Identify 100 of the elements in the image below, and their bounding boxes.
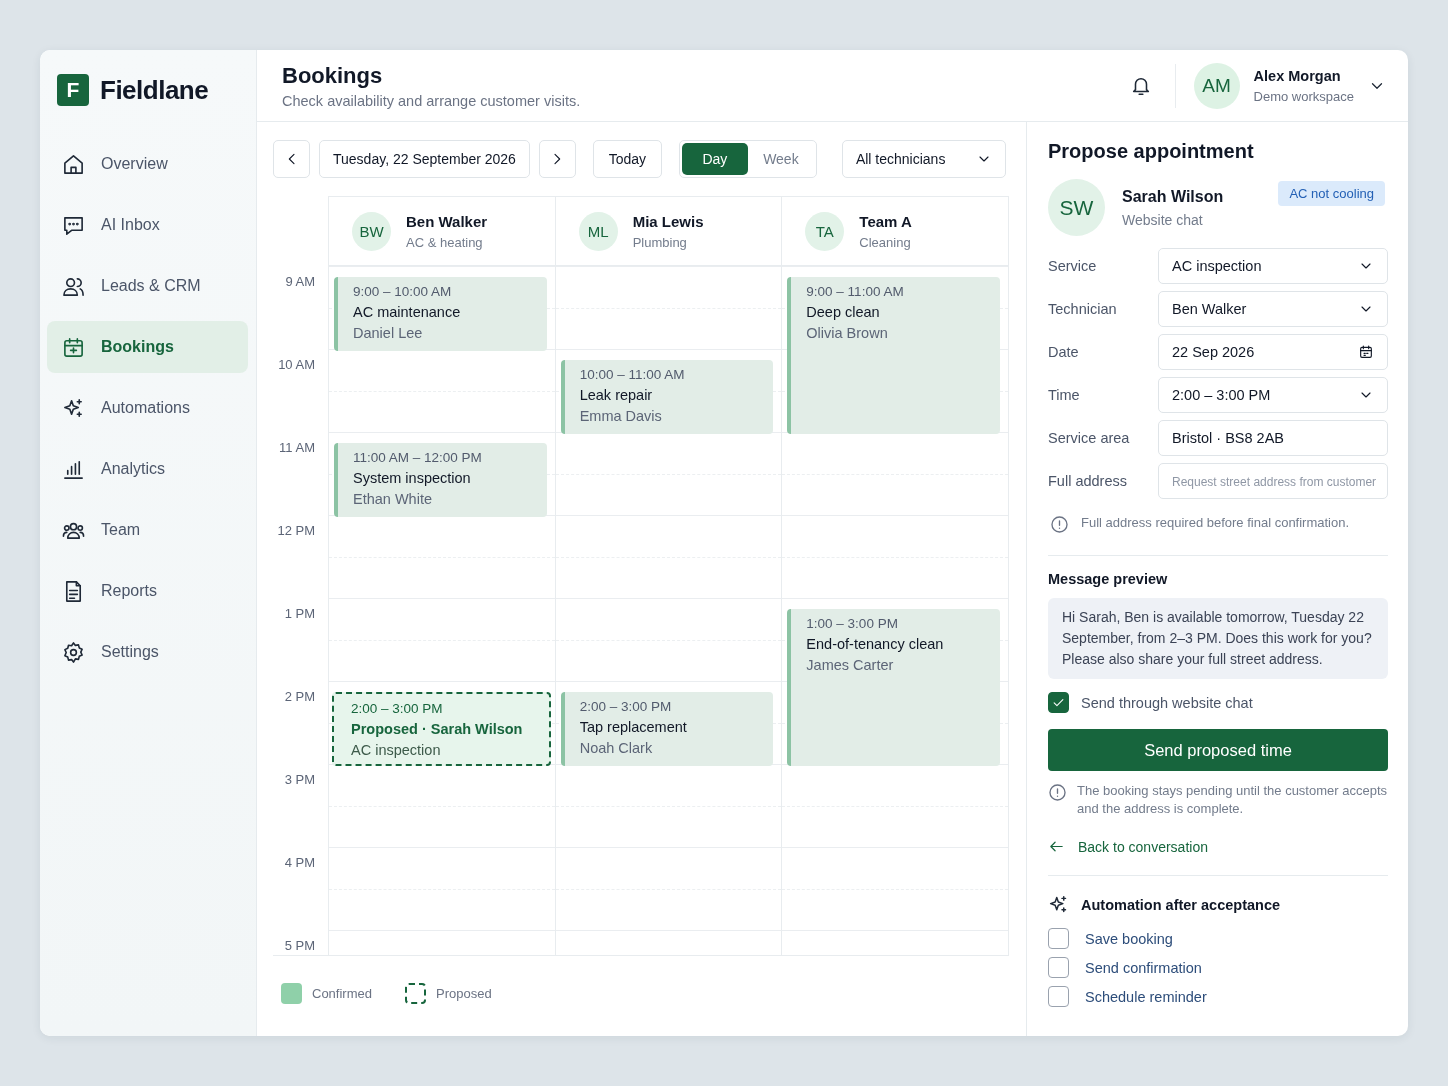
checkbox[interactable] xyxy=(1048,957,1069,978)
nav-item[interactable]: AI Inbox xyxy=(47,199,248,251)
technician-avatar: TA xyxy=(805,211,845,251)
booking-time: 9:00 – 10:00 AM xyxy=(353,284,453,299)
booking-detail: AC inspection xyxy=(351,742,442,758)
field-label: Service xyxy=(1048,258,1098,274)
today-button[interactable]: Today xyxy=(592,140,662,178)
field-label: Full address xyxy=(1048,473,1128,489)
hour-label: 12 PM xyxy=(277,523,315,538)
field-label: Service area xyxy=(1048,430,1131,446)
nav-item[interactable]: Bookings xyxy=(47,321,248,373)
page-subtitle: Check availability and arrange customer visits. xyxy=(282,93,582,110)
technician-role: Plumbing xyxy=(632,234,688,250)
nav-item[interactable]: Team xyxy=(47,504,248,556)
checkbox-label: Send through website chat xyxy=(1081,694,1253,711)
hour-label: 5 PM xyxy=(284,938,315,953)
hour-label: 4 PM xyxy=(284,855,315,870)
technician-name: Ben Walker xyxy=(406,212,488,230)
booking-card[interactable]: 2:00 – 3:00 PM Tap replacement Noah Clark xyxy=(560,692,774,766)
field-label: Technician xyxy=(1048,301,1118,317)
technician-filter-dropdown[interactable]: All technicians xyxy=(841,140,1006,178)
booking-card[interactable]: 9:00 – 11:00 AM Deep clean Olivia Brown xyxy=(787,277,1000,434)
info-icon xyxy=(1048,783,1067,802)
booking-card[interactable]: 9:00 – 10:00 AM AC maintenance Daniel Lee xyxy=(334,277,547,351)
message-preview: Hi Sarah, Ben is available tomorrow, Tuesday 22 September, from 2–3 PM. Does this work for you? Please also share your full street address. xyxy=(1048,598,1388,679)
select-field[interactable]: 2:00 – 3:00 PM xyxy=(1158,377,1388,413)
booking-card[interactable]: 10:00 – 11:00 AM Leak repair Emma Davis xyxy=(560,360,774,434)
section-heading: Message preview xyxy=(1048,571,1169,587)
panel-title: Propose appointment xyxy=(1048,140,1255,163)
checkbox[interactable] xyxy=(1048,928,1069,949)
booking-title: Deep clean xyxy=(806,304,881,320)
previous-day-button[interactable] xyxy=(273,140,310,178)
booking-detail: Ethan White xyxy=(353,491,433,507)
pending-note: The booking stays pending until the customer accepts and the address is complete. xyxy=(1077,782,1388,818)
calendar-icon xyxy=(62,335,85,359)
checkbox[interactable] xyxy=(1048,692,1069,713)
nav-item[interactable]: Analytics xyxy=(47,443,248,495)
customer-avatar: SW xyxy=(1048,179,1105,236)
nav-item[interactable]: Settings xyxy=(47,626,248,678)
address-note: Full address required before final confirmation. xyxy=(1081,514,1350,532)
info-icon xyxy=(1050,515,1069,534)
technician-name: Team A xyxy=(859,212,912,230)
date-picker-button[interactable]: Tuesday, 22 September 2026 xyxy=(319,140,530,178)
checkbox-label: Send confirmation xyxy=(1085,959,1202,976)
input-field[interactable]: Bristol · BS8 2AB xyxy=(1158,420,1388,456)
booking-time: 10:00 – 11:00 AM xyxy=(579,367,686,382)
booking-card[interactable]: 1:00 – 3:00 PM End-of-tenancy clean James Carter xyxy=(787,609,1000,766)
date-field[interactable]: 22 Sep 2026 xyxy=(1158,334,1388,370)
customer-name: Sarah Wilson xyxy=(1122,187,1225,206)
home-icon xyxy=(62,152,85,176)
technician-role: Cleaning xyxy=(859,234,912,250)
hour-label: 11 AM xyxy=(279,440,315,455)
section-heading: Automation after acceptance xyxy=(1081,896,1281,913)
booking-detail: Daniel Lee xyxy=(353,325,424,341)
technician-role: AC & heating xyxy=(406,234,484,250)
booking-title: Proposed · Sarah Wilson xyxy=(351,721,524,737)
booking-detail: Emma Davis xyxy=(579,408,663,424)
booking-title: Tap replacement xyxy=(579,719,688,735)
nav-item[interactable]: Automations xyxy=(47,382,248,434)
workspace-name: Demo workspace xyxy=(1253,88,1354,104)
legend-label: Proposed xyxy=(435,986,492,1001)
checkbox[interactable] xyxy=(1048,986,1069,1007)
legend-label: Confirmed xyxy=(312,986,372,1001)
select-field[interactable]: Ben Walker xyxy=(1158,291,1388,327)
nav-item[interactable]: Leads & CRM xyxy=(47,260,248,312)
sparkles-icon xyxy=(62,396,85,420)
booking-detail: Olivia Brown xyxy=(806,325,889,341)
booking-time: 9:00 – 11:00 AM xyxy=(806,284,905,299)
back-to-conversation-link[interactable]: Back to conversation xyxy=(1048,838,1208,855)
booking-time: 2:00 – 3:00 PM xyxy=(351,701,444,716)
booking-title: End-of-tenancy clean xyxy=(806,636,945,652)
booking-title: AC maintenance xyxy=(353,304,462,320)
input-field[interactable]: Request street address from customer xyxy=(1158,463,1388,499)
booking-time: 1:00 – 3:00 PM xyxy=(806,616,899,631)
view-tab[interactable]: Day xyxy=(681,143,748,175)
booking-detail: Noah Clark xyxy=(579,740,654,756)
hour-label: 2 PM xyxy=(284,689,315,704)
technician-name: Mia Lewis xyxy=(632,212,704,230)
brand-name: Fieldlane xyxy=(100,74,209,106)
customer-source: Website chat xyxy=(1122,211,1204,228)
booking-title: Leak repair xyxy=(579,387,654,403)
hour-label: 3 PM xyxy=(284,772,315,787)
user-avatar[interactable]: AM xyxy=(1193,62,1240,109)
select-field[interactable]: AC inspection xyxy=(1158,248,1388,284)
next-day-button[interactable] xyxy=(538,140,576,178)
field-label: Date xyxy=(1048,344,1080,360)
page-title: Bookings xyxy=(282,63,384,89)
calendar-icon xyxy=(1358,344,1374,360)
hour-label: 9 AM xyxy=(285,274,315,289)
technician-avatar: ML xyxy=(578,211,618,251)
nav-item[interactable]: Overview xyxy=(47,138,248,190)
nav-item[interactable]: Reports xyxy=(47,565,248,617)
booking-time: 11:00 AM – 12:00 PM xyxy=(353,450,483,465)
booking-card[interactable]: 11:00 AM – 12:00 PM System inspection Ethan White xyxy=(334,443,547,517)
proposed-booking-card[interactable]: 2:00 – 3:00 PM Proposed · Sarah Wilson AC inspection xyxy=(332,692,551,766)
send-proposed-time-button[interactable]: Send proposed time xyxy=(1048,729,1388,771)
sparkles-icon xyxy=(1048,894,1069,915)
booking-detail: James Carter xyxy=(806,657,895,673)
checkbox-label: Schedule reminder xyxy=(1085,988,1207,1005)
logo-mark: F xyxy=(57,74,89,106)
